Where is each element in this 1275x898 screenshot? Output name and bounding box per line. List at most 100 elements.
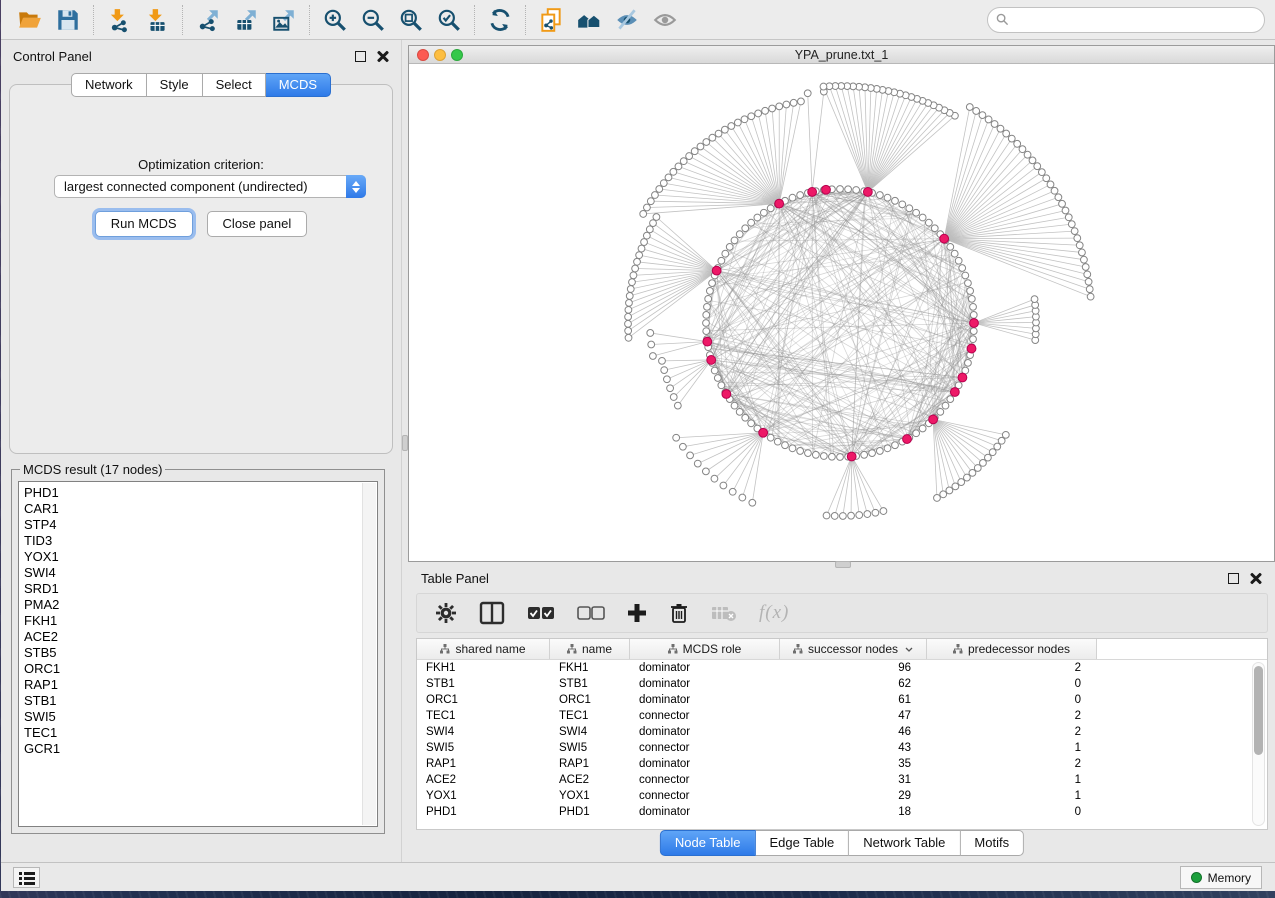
network-node[interactable] — [931, 225, 938, 232]
cell-role[interactable]: connector — [630, 788, 780, 804]
network-node[interactable] — [703, 320, 710, 327]
leaf-node[interactable] — [650, 220, 657, 227]
leaf-node[interactable] — [640, 211, 647, 218]
leaf-node[interactable] — [1084, 271, 1091, 278]
zoom-in-button[interactable] — [316, 4, 354, 36]
delete-column-button[interactable] — [669, 599, 689, 627]
network-canvas[interactable] — [409, 64, 1274, 561]
network-node[interactable] — [774, 438, 781, 445]
network-from-selection-button[interactable] — [532, 4, 570, 36]
network-node[interactable] — [797, 448, 804, 455]
leaf-node[interactable] — [940, 491, 947, 498]
leaf-node[interactable] — [625, 327, 632, 334]
vertical-splitter[interactable] — [401, 40, 408, 862]
optimization-criterion-select[interactable]: largest connected component (undirected) — [54, 175, 366, 198]
mcds-result-item[interactable]: ORC1 — [24, 661, 377, 677]
leaf-node[interactable] — [647, 330, 654, 337]
table-row[interactable]: STB1STB1dominator620 — [417, 676, 1267, 692]
leaf-node[interactable] — [1003, 130, 1010, 137]
cell-role[interactable]: dominator — [630, 724, 780, 740]
network-node[interactable] — [731, 402, 738, 409]
table-row[interactable]: RAP1RAP1dominator352 — [417, 756, 1267, 772]
leaf-node[interactable] — [1065, 214, 1072, 221]
leaf-node[interactable] — [625, 320, 632, 327]
leaf-node[interactable] — [739, 494, 746, 501]
network-node[interactable] — [892, 442, 899, 449]
network-node[interactable] — [925, 219, 932, 226]
open-session-button[interactable] — [11, 4, 49, 36]
leaf-node[interactable] — [634, 258, 641, 265]
dominator-node[interactable] — [722, 390, 731, 399]
network-node[interactable] — [731, 237, 738, 244]
mcds-result-item[interactable]: PHD1 — [24, 485, 377, 501]
network-node[interactable] — [736, 408, 743, 415]
leaf-node[interactable] — [648, 341, 655, 348]
leaf-node[interactable] — [652, 192, 659, 199]
leaf-node[interactable] — [979, 112, 986, 119]
network-node[interactable] — [970, 336, 977, 343]
leaf-node[interactable] — [625, 306, 632, 313]
dominator-node[interactable] — [775, 199, 784, 208]
leaf-node[interactable] — [680, 158, 687, 165]
leaf-node[interactable] — [694, 460, 701, 467]
dominator-node[interactable] — [967, 344, 976, 353]
cell-pre[interactable]: 2 — [927, 708, 1097, 724]
export-table-button[interactable] — [227, 4, 265, 36]
memory-button[interactable]: Memory — [1180, 866, 1262, 889]
leaf-node[interactable] — [776, 103, 783, 110]
leaf-node[interactable] — [664, 376, 671, 383]
network-node[interactable] — [705, 295, 712, 302]
network-node[interactable] — [829, 453, 836, 460]
network-node[interactable] — [853, 187, 860, 194]
network-node[interactable] — [709, 280, 716, 287]
tab-select[interactable]: Select — [203, 73, 266, 97]
network-node[interactable] — [767, 205, 774, 212]
leaf-node[interactable] — [966, 104, 973, 111]
network-node[interactable] — [892, 197, 899, 204]
show-all-button[interactable] — [646, 4, 684, 36]
cell-shared[interactable]: FKH1 — [417, 660, 550, 676]
cell-role[interactable]: connector — [630, 740, 780, 756]
table-scrollbar-thumb[interactable] — [1254, 666, 1263, 755]
network-node[interactable] — [876, 448, 883, 455]
table-row[interactable]: SWI5SWI5connector431 — [417, 740, 1267, 756]
mcds-result-item[interactable]: SRD1 — [24, 581, 377, 597]
mcds-result-item[interactable]: YOX1 — [24, 549, 377, 565]
leaf-node[interactable] — [1074, 235, 1081, 242]
leaf-node[interactable] — [1019, 146, 1026, 153]
mcds-result-item[interactable]: STP4 — [24, 517, 377, 533]
mcds-result-item[interactable]: SWI4 — [24, 565, 377, 581]
table-header-shared-name[interactable]: shared name — [417, 639, 550, 659]
cell-suc[interactable]: 47 — [780, 708, 927, 724]
leaf-node[interactable] — [734, 119, 741, 126]
table-header-MCDS-role[interactable]: MCDS role — [630, 639, 780, 659]
leaf-node[interactable] — [711, 475, 718, 482]
network-node[interactable] — [722, 250, 729, 257]
leaf-node[interactable] — [952, 483, 959, 490]
leaf-node[interactable] — [848, 512, 855, 519]
leaf-node[interactable] — [997, 125, 1004, 132]
leaf-node[interactable] — [1059, 200, 1066, 207]
leaf-node[interactable] — [656, 186, 663, 193]
leaf-node[interactable] — [638, 245, 645, 252]
table-row[interactable]: YOX1YOX1connector291 — [417, 788, 1267, 804]
leaf-node[interactable] — [823, 512, 830, 519]
cell-shared[interactable]: SWI5 — [417, 740, 550, 756]
network-node[interactable] — [919, 425, 926, 432]
cell-pre[interactable]: 0 — [927, 804, 1097, 820]
leaf-node[interactable] — [769, 105, 776, 112]
show-panels-list-button[interactable] — [13, 867, 40, 888]
horizontal-splitter-grip[interactable] — [835, 561, 851, 568]
leaf-node[interactable] — [636, 252, 643, 259]
mcds-result-item[interactable]: ACE2 — [24, 629, 377, 645]
leaf-node[interactable] — [946, 487, 953, 494]
network-node[interactable] — [714, 375, 721, 382]
leaf-node[interactable] — [1071, 228, 1078, 235]
mcds-result-item[interactable]: FKH1 — [24, 613, 377, 629]
cell-role[interactable]: connector — [630, 772, 780, 788]
deselect-all-button[interactable] — [577, 599, 605, 627]
leaf-node[interactable] — [994, 443, 1001, 450]
network-node[interactable] — [718, 257, 725, 264]
export-network-button[interactable] — [189, 4, 227, 36]
float-panel-icon[interactable] — [355, 51, 366, 62]
